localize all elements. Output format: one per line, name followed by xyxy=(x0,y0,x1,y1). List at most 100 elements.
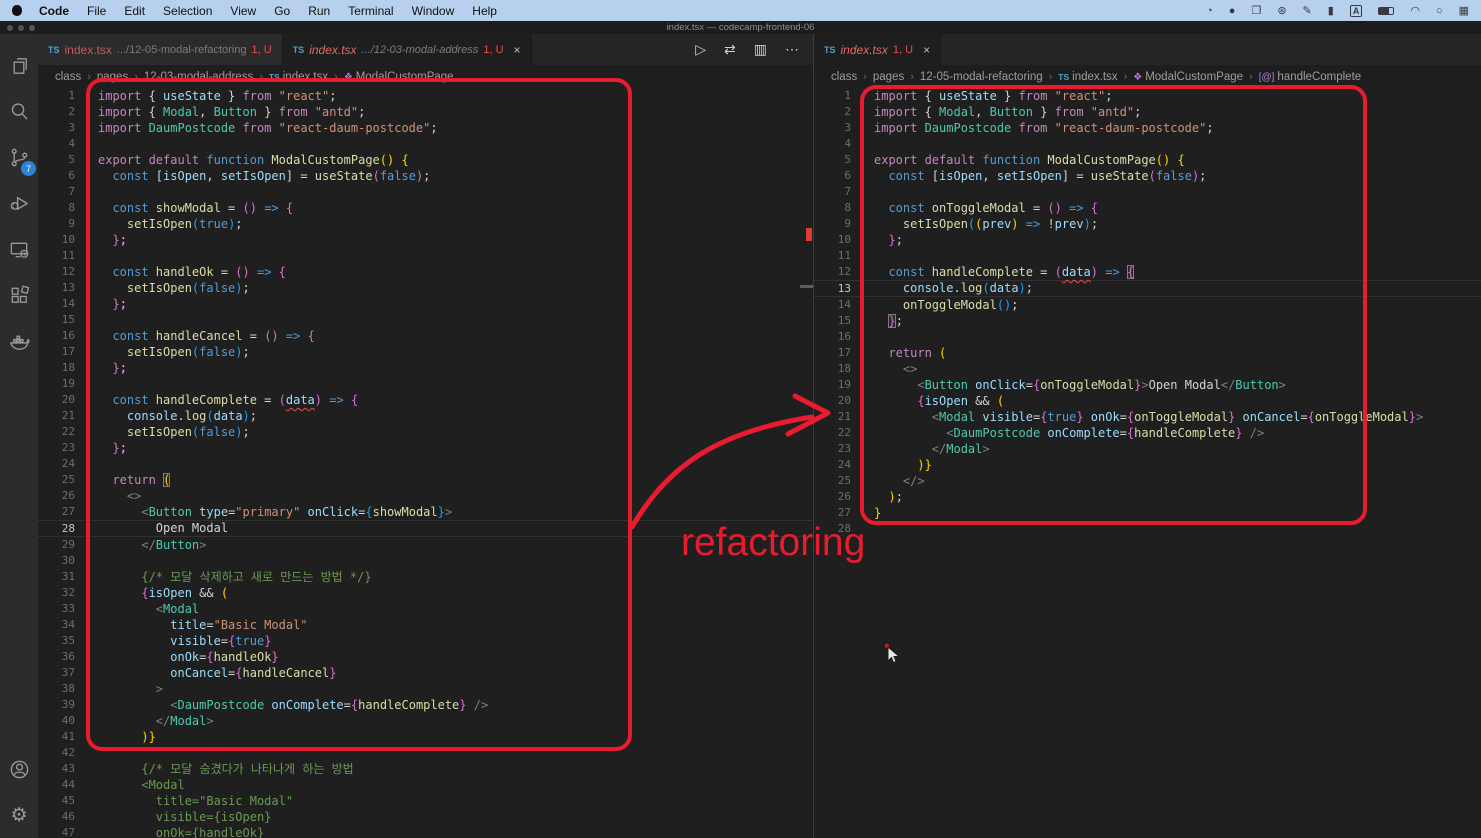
code-line-24[interactable]: 24 )} xyxy=(814,457,1481,473)
code-line-45[interactable]: 45 title="Basic Modal" xyxy=(38,793,813,809)
input-source-icon[interactable]: A xyxy=(1349,4,1363,17)
code-line-27[interactable]: 27 <Button type="primary" onClick={showM… xyxy=(38,504,813,520)
code-line-10[interactable]: 10 }; xyxy=(38,232,813,248)
code-line-32[interactable]: 32 {isOpen && ( xyxy=(38,585,813,601)
code-line-17[interactable]: 17 setIsOpen(false); xyxy=(38,344,813,360)
code-line-44[interactable]: 44 <Modal xyxy=(38,777,813,793)
code-line-25[interactable]: 25 </> xyxy=(814,473,1481,489)
code-line-11[interactable]: 11 xyxy=(38,248,813,264)
code-line-21[interactable]: 21 console.log(data); xyxy=(38,408,813,424)
code-line-19[interactable]: 19 xyxy=(38,376,813,392)
code-line-4[interactable]: 4 xyxy=(38,136,813,152)
code-line-24[interactable]: 24 xyxy=(38,456,813,472)
breadcrumb-item-12-05-modal-refactoring[interactable]: 12-05-modal-refactoring xyxy=(920,71,1043,83)
code-line-16[interactable]: 16 const handleCancel = () => { xyxy=(38,328,813,344)
menu-item-file[interactable]: File xyxy=(87,4,106,18)
code-line-42[interactable]: 42 xyxy=(38,745,813,761)
code-line-18[interactable]: 18 }; xyxy=(38,360,813,376)
code-line-8[interactable]: 8 const onToggleModal = () => { xyxy=(814,200,1481,216)
menu-item-help[interactable]: Help xyxy=(472,4,497,18)
code-line-1[interactable]: 1 import { useState } from "react"; xyxy=(38,88,813,104)
code-line-36[interactable]: 36 onOk={handleOk} xyxy=(38,649,813,665)
code-line-28[interactable]: 28 Open Modal xyxy=(38,520,813,537)
breadcrumb-item-pages[interactable]: pages xyxy=(873,71,904,83)
code-line-23[interactable]: 23 }; xyxy=(38,440,813,456)
code-line-30[interactable]: 30 xyxy=(38,553,813,569)
tab-index.tsx-12-03-modal-address[interactable]: TS index.tsx .../12-03-modal-address 1, U × xyxy=(282,34,532,65)
code-line-7[interactable]: 7 xyxy=(38,184,813,200)
code-line-9[interactable]: 9 setIsOpen(true); xyxy=(38,216,813,232)
code-line-37[interactable]: 37 onCancel={handleCancel} xyxy=(38,665,813,681)
code-line-21[interactable]: 21 <Modal visible={true} onOk={onToggleM… xyxy=(814,409,1481,425)
code-line-17[interactable]: 17 return ( xyxy=(814,345,1481,361)
close-icon[interactable]: × xyxy=(923,43,930,57)
breadcrumb-item-12-03-modal-address[interactable]: 12-03-modal-address xyxy=(144,71,253,83)
code-line-8[interactable]: 8 const showModal = () => { xyxy=(38,200,813,216)
remote-explorer-icon[interactable] xyxy=(0,226,38,272)
code-line-19[interactable]: 19 <Button onClick={onToggleModal}>Open … xyxy=(814,377,1481,393)
control-center-icon[interactable]: ▦ xyxy=(1459,4,1469,17)
run-debug-icon[interactable] xyxy=(0,180,38,226)
menu-item-selection[interactable]: Selection xyxy=(163,4,212,18)
code-line-34[interactable]: 34 title="Basic Modal" xyxy=(38,617,813,633)
code-line-26[interactable]: 26 <> xyxy=(38,488,813,504)
wifi-icon[interactable]: ◠ xyxy=(1410,4,1420,17)
code-line-23[interactable]: 23 </Modal> xyxy=(814,441,1481,457)
search-icon[interactable] xyxy=(0,88,38,134)
menu-item-terminal[interactable]: Terminal xyxy=(348,4,393,18)
code-line-16[interactable]: 16 xyxy=(814,329,1481,345)
breadcrumb-item-ModalCustomPage[interactable]: ❖ ModalCustomPage xyxy=(344,71,454,83)
code-line-13[interactable]: 13 console.log(data); xyxy=(814,280,1481,297)
code-editor-right[interactable]: 1 import { useState } from "react"; 2 impor… xyxy=(814,88,1481,838)
code-line-5[interactable]: 5 export default function ModalCustomPage… xyxy=(38,152,813,168)
explorer-icon[interactable] xyxy=(0,42,38,88)
code-line-40[interactable]: 40 </Modal> xyxy=(38,713,813,729)
tab-index.tsx-12-05-modal-refactoring[interactable]: TS index.tsx .../12-05-modal-refactoring 1,… xyxy=(38,34,283,65)
breadcrumb-item-pages[interactable]: pages xyxy=(97,71,128,83)
code-line-29[interactable]: 29 </Button> xyxy=(38,537,813,553)
window-manager-icon[interactable]: ▮ xyxy=(1328,4,1334,17)
code-line-35[interactable]: 35 visible={true} xyxy=(38,633,813,649)
close-icon[interactable]: × xyxy=(514,43,521,57)
menu-item-run[interactable]: Run xyxy=(308,4,330,18)
breadcrumb-item-handleComplete[interactable]: [@] handleComplete xyxy=(1259,71,1361,83)
docker-menu-icon[interactable]: ⊛ xyxy=(1277,4,1286,17)
extensions-icon[interactable] xyxy=(0,272,38,318)
code-line-9[interactable]: 9 setIsOpen((prev) => !prev); xyxy=(814,216,1481,232)
code-line-12[interactable]: 12 const handleOk = () => { xyxy=(38,264,813,280)
more-actions-button[interactable]: ⋯ xyxy=(785,41,799,58)
breadcrumb-item-class[interactable]: class xyxy=(831,71,857,83)
code-line-33[interactable]: 33 <Modal xyxy=(38,601,813,617)
code-line-6[interactable]: 6 const [isOpen, setIsOpen] = useState(f… xyxy=(38,168,813,184)
account-icon[interactable] xyxy=(0,746,38,792)
code-line-38[interactable]: 38 > xyxy=(38,681,813,697)
code-line-3[interactable]: 3 import DaumPostcode from "react-daum-po… xyxy=(38,120,813,136)
code-line-47[interactable]: 47 onOk={handleOk} xyxy=(38,825,813,838)
code-editor-left[interactable]: 1 import { useState } from "react"; 2 impor… xyxy=(38,88,813,838)
code-line-11[interactable]: 11 xyxy=(814,248,1481,264)
breadcrumb-item-class[interactable]: class xyxy=(55,71,81,83)
docker-icon[interactable] xyxy=(0,318,38,364)
menu-item-window[interactable]: Window xyxy=(412,4,455,18)
code-line-13[interactable]: 13 setIsOpen(false); xyxy=(38,280,813,296)
code-line-3[interactable]: 3 import DaumPostcode from "react-daum-po… xyxy=(814,120,1481,136)
code-line-20[interactable]: 20 {isOpen && ( xyxy=(814,393,1481,409)
code-line-28[interactable]: 28 xyxy=(814,521,1481,537)
code-line-15[interactable]: 15 }; xyxy=(814,313,1481,329)
code-line-46[interactable]: 46 visible={isOpen} xyxy=(38,809,813,825)
code-line-2[interactable]: 2 import { Modal, Button } from "antd"; xyxy=(38,104,813,120)
code-line-22[interactable]: 22 setIsOpen(false); xyxy=(38,424,813,440)
code-line-26[interactable]: 26 ); xyxy=(814,489,1481,505)
code-line-31[interactable]: 31 {/* 모달 삭제하고 새로 만드는 방법 */} xyxy=(38,569,813,585)
settings-gear-icon[interactable]: ⚙ xyxy=(0,792,38,838)
split-editor-button[interactable]: ▥ xyxy=(754,41,767,58)
code-line-39[interactable]: 39 <DaumPostcode onComplete={handleCompl… xyxy=(38,697,813,713)
code-line-27[interactable]: 27} xyxy=(814,505,1481,521)
code-line-20[interactable]: 20 const handleComplete = (data) => { xyxy=(38,392,813,408)
code-line-14[interactable]: 14 }; xyxy=(38,296,813,312)
code-line-14[interactable]: 14 onToggleModal(); xyxy=(814,297,1481,313)
traffic-light-buttons[interactable] xyxy=(7,25,35,31)
code-line-7[interactable]: 7 xyxy=(814,184,1481,200)
spotlight-icon[interactable]: ○ xyxy=(1436,5,1443,17)
tab-index.tsx[interactable]: TS index.tsx 1, U × xyxy=(814,34,942,65)
